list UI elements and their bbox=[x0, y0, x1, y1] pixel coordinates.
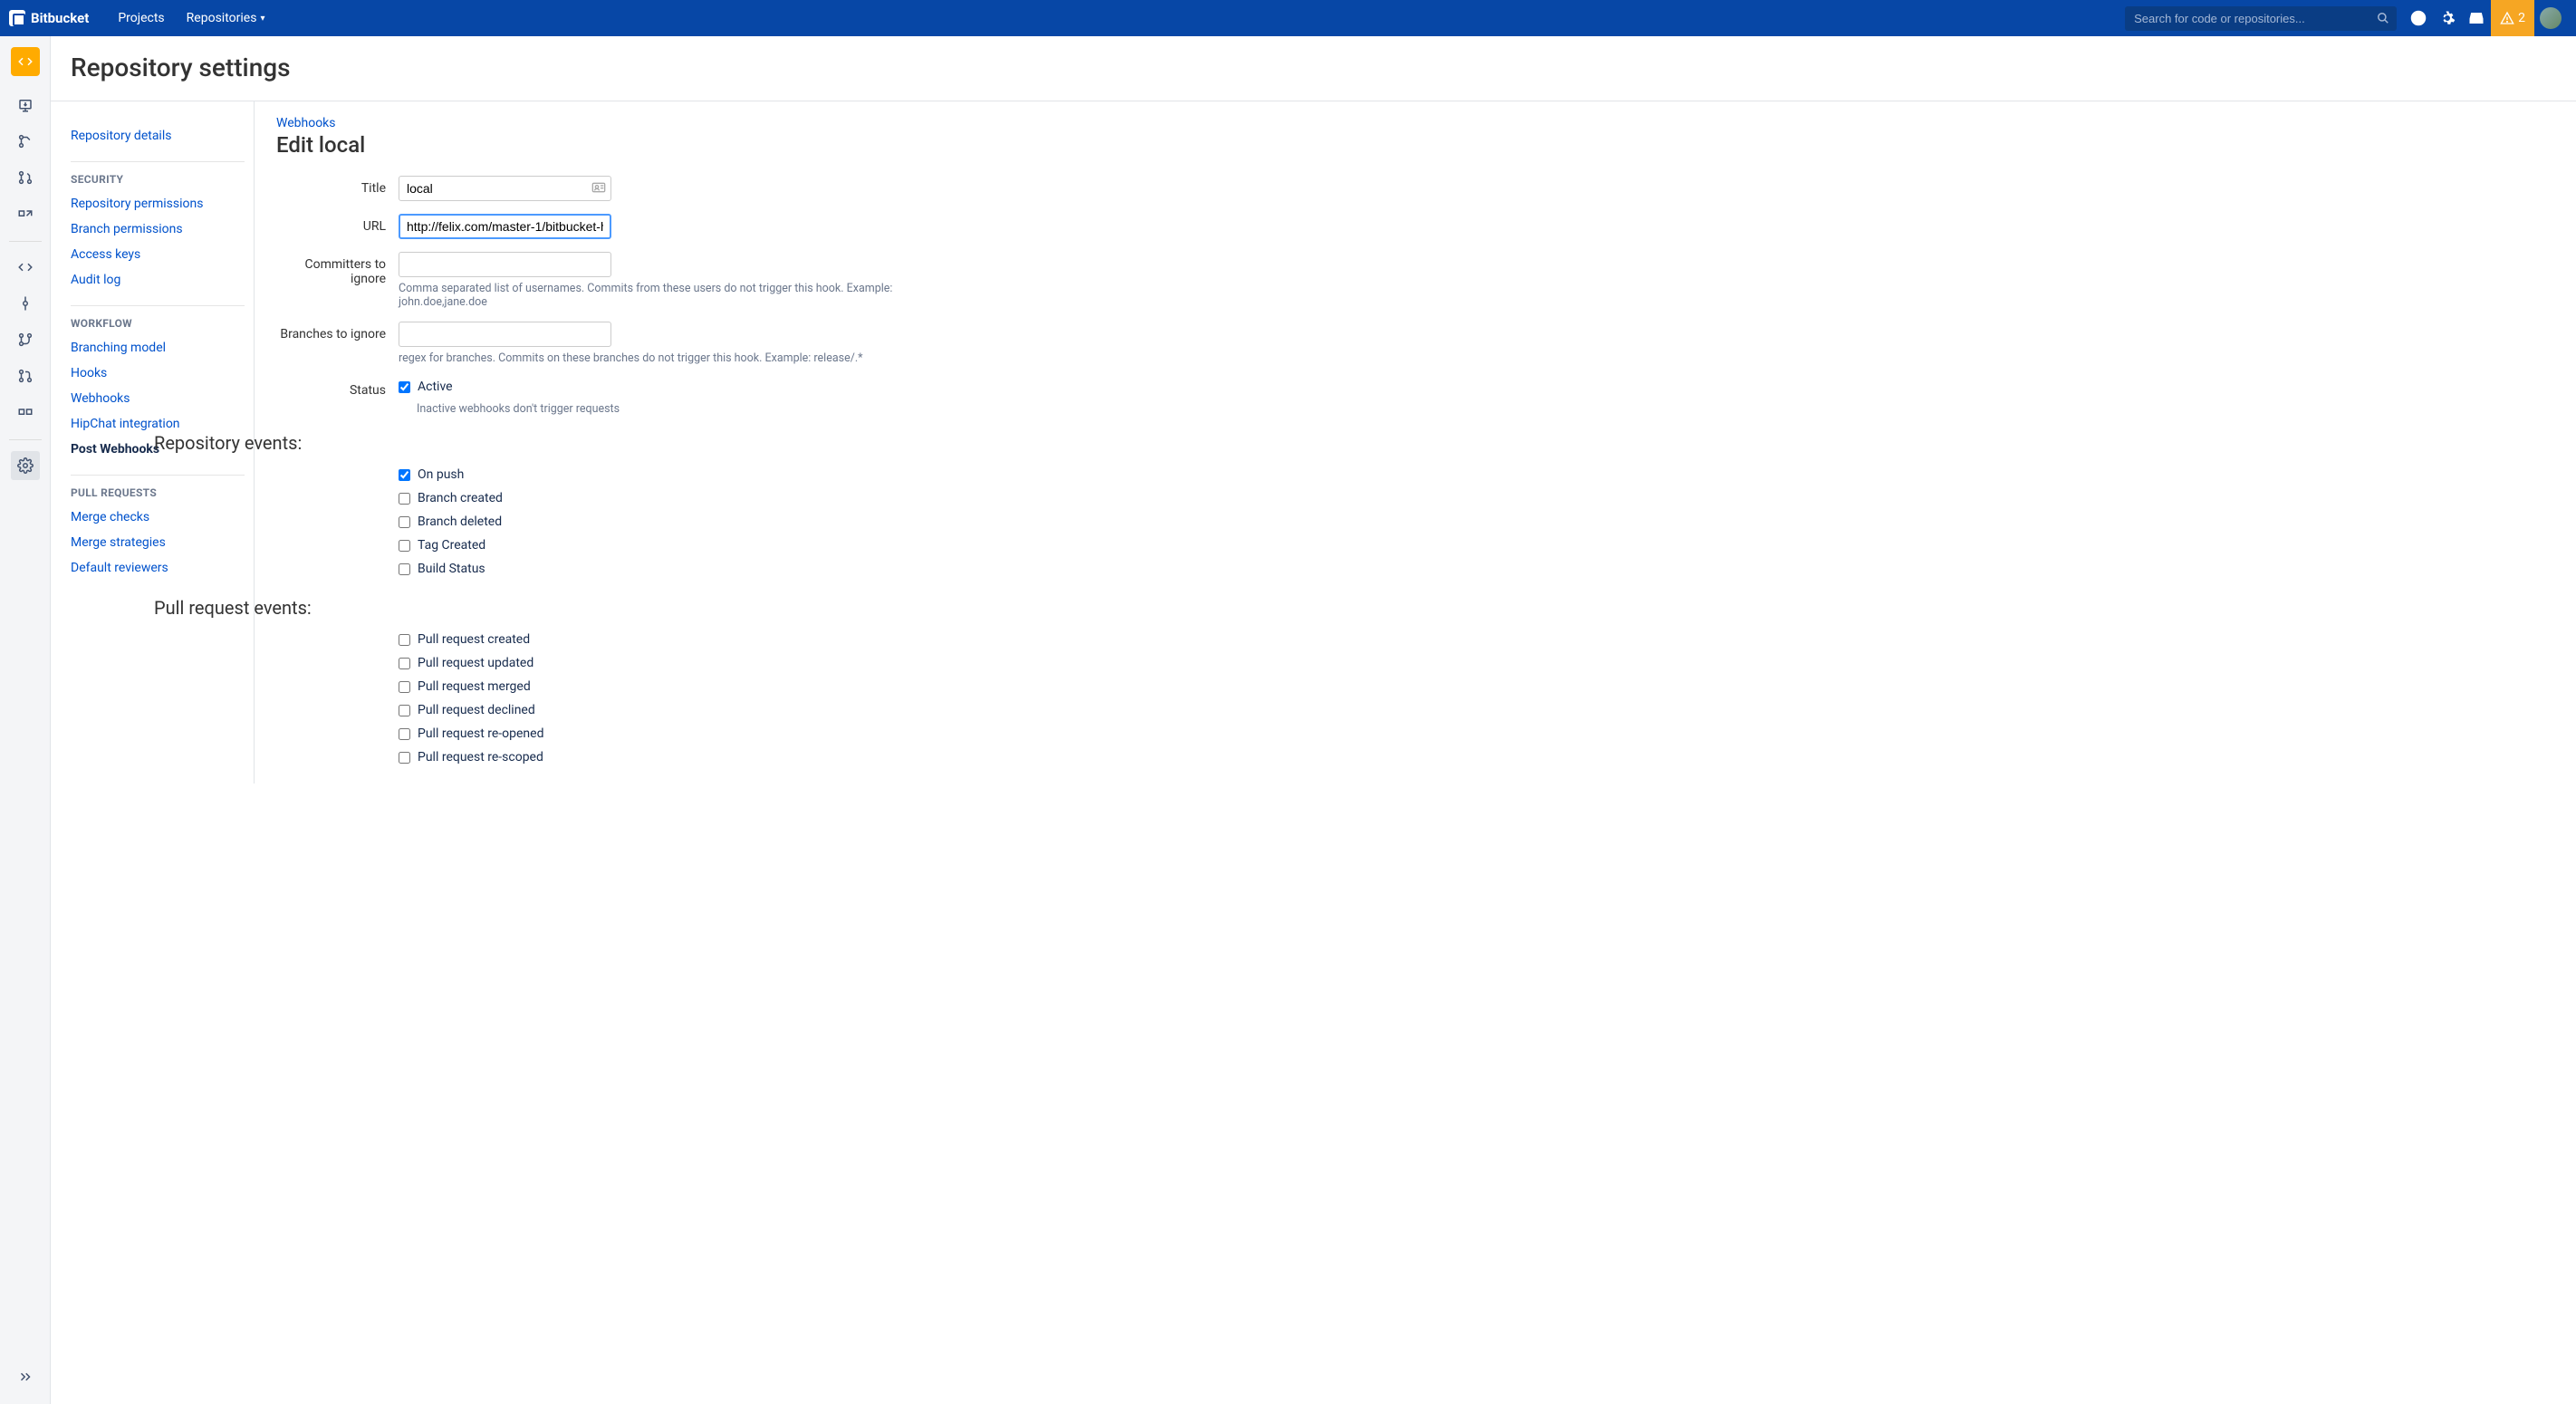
contact-icon bbox=[591, 181, 606, 197]
pr-event-row: Pull request re-scoped bbox=[399, 745, 2554, 769]
sidebar-repository-details[interactable]: Repository details bbox=[71, 123, 245, 149]
expand-rail-icon[interactable] bbox=[11, 1362, 40, 1391]
pr-event-label: Pull request created bbox=[418, 632, 530, 647]
branches-icon[interactable] bbox=[11, 325, 40, 354]
repo-event-checkbox[interactable] bbox=[399, 516, 410, 528]
repo-event-label: Branch deleted bbox=[418, 514, 502, 529]
branches-input[interactable] bbox=[399, 322, 611, 347]
repo-events-heading: Repository events: bbox=[154, 432, 2554, 454]
pr-events-heading: Pull request events: bbox=[154, 597, 2554, 619]
nav-projects[interactable]: Projects bbox=[107, 0, 175, 36]
sidebar-branching-model[interactable]: Branching model bbox=[71, 335, 245, 361]
sidebar-branch-permissions[interactable]: Branch permissions bbox=[71, 216, 245, 242]
active-checkbox[interactable] bbox=[399, 381, 410, 393]
repo-event-row: Build Status bbox=[399, 557, 2554, 581]
inbox-icon[interactable] bbox=[2462, 0, 2491, 36]
form-title: Edit local bbox=[276, 132, 2554, 158]
warning-badge[interactable]: 2 bbox=[2491, 0, 2534, 36]
repo-event-checkbox[interactable] bbox=[399, 469, 410, 481]
avatar[interactable] bbox=[2540, 7, 2562, 29]
sidebar-heading-workflow: WORKFLOW bbox=[71, 305, 245, 330]
sidebar-default-reviewers[interactable]: Default reviewers bbox=[71, 555, 245, 581]
bitbucket-icon bbox=[9, 10, 25, 26]
brand-text: Bitbucket bbox=[31, 10, 89, 26]
repo-avatar-icon[interactable] bbox=[11, 47, 40, 76]
pr-event-checkbox[interactable] bbox=[399, 634, 410, 646]
content-main: Webhooks Edit local Title URL bbox=[255, 101, 2576, 784]
help-status: Inactive webhooks don't trigger requests bbox=[417, 402, 620, 416]
pr-event-checkbox[interactable] bbox=[399, 681, 410, 693]
label-branches: Branches to ignore bbox=[276, 322, 399, 341]
label-title: Title bbox=[276, 176, 399, 196]
pr-event-label: Pull request updated bbox=[418, 656, 533, 670]
sidebar-audit-log[interactable]: Audit log bbox=[71, 267, 245, 293]
gear-icon[interactable] bbox=[2433, 0, 2462, 36]
pr-event-label: Pull request re-scoped bbox=[418, 750, 543, 765]
label-committers: Committers to ignore bbox=[276, 252, 399, 286]
pr-event-checkbox[interactable] bbox=[399, 728, 410, 740]
pull-requests-icon[interactable] bbox=[11, 361, 40, 390]
repo-event-checkbox[interactable] bbox=[399, 540, 410, 552]
sidebar-hooks[interactable]: Hooks bbox=[71, 361, 245, 386]
repo-event-checkbox[interactable] bbox=[399, 493, 410, 505]
search-input[interactable] bbox=[2125, 6, 2397, 31]
top-navbar: Bitbucket Projects Repositories▾ 2 bbox=[0, 0, 2576, 36]
pr-event-row: Pull request created bbox=[399, 628, 2554, 651]
help-icon[interactable] bbox=[2404, 0, 2433, 36]
pr-event-checkbox[interactable] bbox=[399, 752, 410, 764]
search-icon[interactable] bbox=[2377, 12, 2389, 28]
url-input[interactable] bbox=[399, 214, 611, 239]
sidebar-merge-checks[interactable]: Merge checks bbox=[71, 505, 245, 530]
brand-logo[interactable]: Bitbucket bbox=[9, 10, 89, 26]
breadcrumb-webhooks[interactable]: Webhooks bbox=[276, 116, 336, 130]
title-input[interactable] bbox=[399, 176, 611, 201]
source-icon[interactable] bbox=[11, 253, 40, 282]
clone-icon[interactable] bbox=[11, 91, 40, 120]
sidebar-access-keys[interactable]: Access keys bbox=[71, 242, 245, 267]
create-branch-icon[interactable] bbox=[11, 127, 40, 156]
help-committers: Comma separated list of usernames. Commi… bbox=[399, 282, 942, 309]
repo-event-row: Tag Created bbox=[399, 534, 2554, 557]
label-status: Status bbox=[276, 378, 399, 398]
commits-icon[interactable] bbox=[11, 289, 40, 318]
help-branches: regex for branches. Commits on these bra… bbox=[399, 351, 863, 365]
pr-event-row: Pull request merged bbox=[399, 675, 2554, 698]
left-rail bbox=[0, 36, 51, 1404]
warning-count: 2 bbox=[2518, 11, 2525, 25]
sidebar-webhooks[interactable]: Webhooks bbox=[71, 386, 245, 411]
repo-event-label: On push bbox=[418, 467, 464, 482]
pr-event-label: Pull request merged bbox=[418, 679, 531, 694]
sidebar-heading-pull-requests: PULL REQUESTS bbox=[71, 475, 245, 499]
repo-event-label: Branch created bbox=[418, 491, 503, 505]
pr-event-row: Pull request declined bbox=[399, 698, 2554, 722]
sidebar-heading-security: SECURITY bbox=[71, 161, 245, 186]
settings-icon[interactable] bbox=[11, 451, 40, 480]
pr-event-checkbox[interactable] bbox=[399, 705, 410, 716]
pr-event-label: Pull request re-opened bbox=[418, 726, 543, 741]
pr-event-row: Pull request re-opened bbox=[399, 722, 2554, 745]
repo-event-label: Build Status bbox=[418, 562, 485, 576]
committers-input[interactable] bbox=[399, 252, 611, 277]
page-title: Repository settings bbox=[71, 53, 2576, 82]
repo-event-row: Branch created bbox=[399, 486, 2554, 510]
pr-event-row: Pull request updated bbox=[399, 651, 2554, 675]
active-label: Active bbox=[418, 380, 453, 394]
sidebar-merge-strategies[interactable]: Merge strategies bbox=[71, 530, 245, 555]
label-url: URL bbox=[276, 214, 399, 234]
repo-event-checkbox[interactable] bbox=[399, 563, 410, 575]
repo-event-row: Branch deleted bbox=[399, 510, 2554, 534]
chevron-down-icon: ▾ bbox=[260, 14, 264, 24]
nav-repositories[interactable]: Repositories▾ bbox=[176, 0, 276, 36]
sidebar-repository-permissions[interactable]: Repository permissions bbox=[71, 191, 245, 216]
repo-event-label: Tag Created bbox=[418, 538, 485, 553]
repo-event-row: On push bbox=[399, 463, 2554, 486]
pr-event-checkbox[interactable] bbox=[399, 658, 410, 669]
pr-event-label: Pull request declined bbox=[418, 703, 535, 717]
compare-icon[interactable] bbox=[11, 199, 40, 228]
create-pr-icon[interactable] bbox=[11, 163, 40, 192]
forks-icon[interactable] bbox=[11, 398, 40, 427]
search-wrap bbox=[2125, 6, 2397, 31]
